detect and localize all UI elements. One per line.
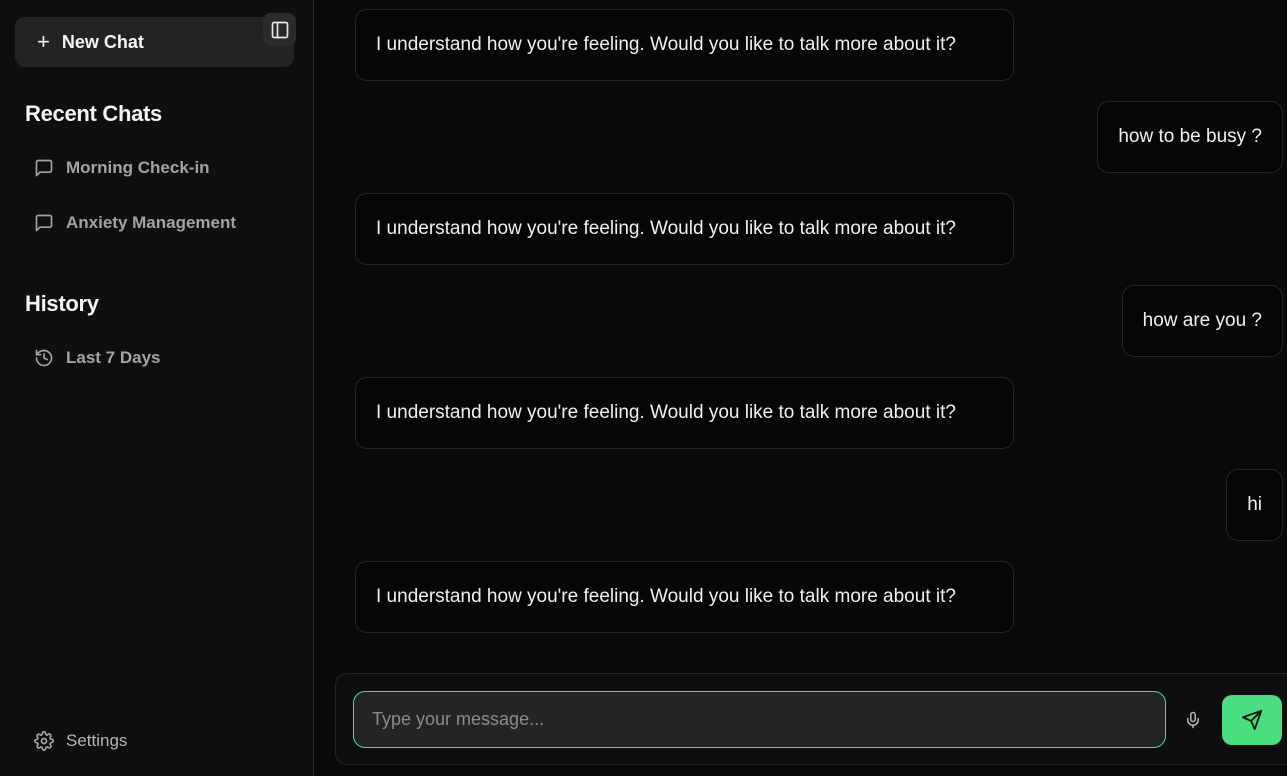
message-square-icon	[35, 214, 53, 232]
chat-main: I understand how you're feeling. Would y…	[315, 0, 1287, 776]
new-chat-button[interactable]: + New Chat	[15, 17, 294, 67]
assistant-message: I understand how you're feeling. Would y…	[355, 377, 1014, 449]
history-icon	[35, 349, 53, 367]
mic-button[interactable]	[1179, 705, 1207, 735]
recent-chats-heading: Recent Chats	[25, 101, 162, 126]
user-message: how are you ?	[1121, 285, 1283, 357]
send-button[interactable]	[1222, 695, 1282, 745]
recent-chat-label: Anxiety Management	[66, 213, 237, 232]
history-heading: History	[25, 291, 99, 316]
history-item-last-7-days[interactable]: Last 7 Days	[34, 343, 161, 373]
message-square-icon	[35, 159, 53, 177]
recent-chat-item[interactable]: Morning Check-in	[34, 153, 210, 183]
assistant-message: I understand how you're feeling. Would y…	[355, 9, 1014, 81]
message-input[interactable]	[353, 691, 1166, 748]
sidebar-toggle-icon	[271, 21, 288, 38]
plus-icon: +	[37, 29, 50, 54]
sidebar-toggle-button[interactable]	[263, 13, 296, 46]
history-item-label: Last 7 Days	[66, 348, 161, 367]
gear-icon	[34, 731, 54, 751]
mic-icon	[1187, 711, 1199, 729]
send-icon	[1241, 709, 1263, 731]
composer	[335, 673, 1287, 765]
user-message: how to be busy ?	[1097, 101, 1283, 173]
user-message: hi	[1226, 469, 1283, 541]
assistant-message: I understand how you're feeling. Would y…	[355, 561, 1014, 633]
recent-chat-label: Morning Check-in	[66, 158, 210, 177]
settings-button[interactable]: Settings	[34, 726, 127, 756]
assistant-message: I understand how you're feeling. Would y…	[355, 193, 1014, 265]
app-root: + New Chat Recent Chats Morning Check-in…	[0, 0, 1287, 776]
sidebar: + New Chat Recent Chats Morning Check-in…	[0, 0, 314, 776]
recent-chat-item[interactable]: Anxiety Management	[34, 208, 236, 238]
settings-label: Settings	[66, 731, 128, 750]
new-chat-label: New Chat	[61, 31, 144, 52]
